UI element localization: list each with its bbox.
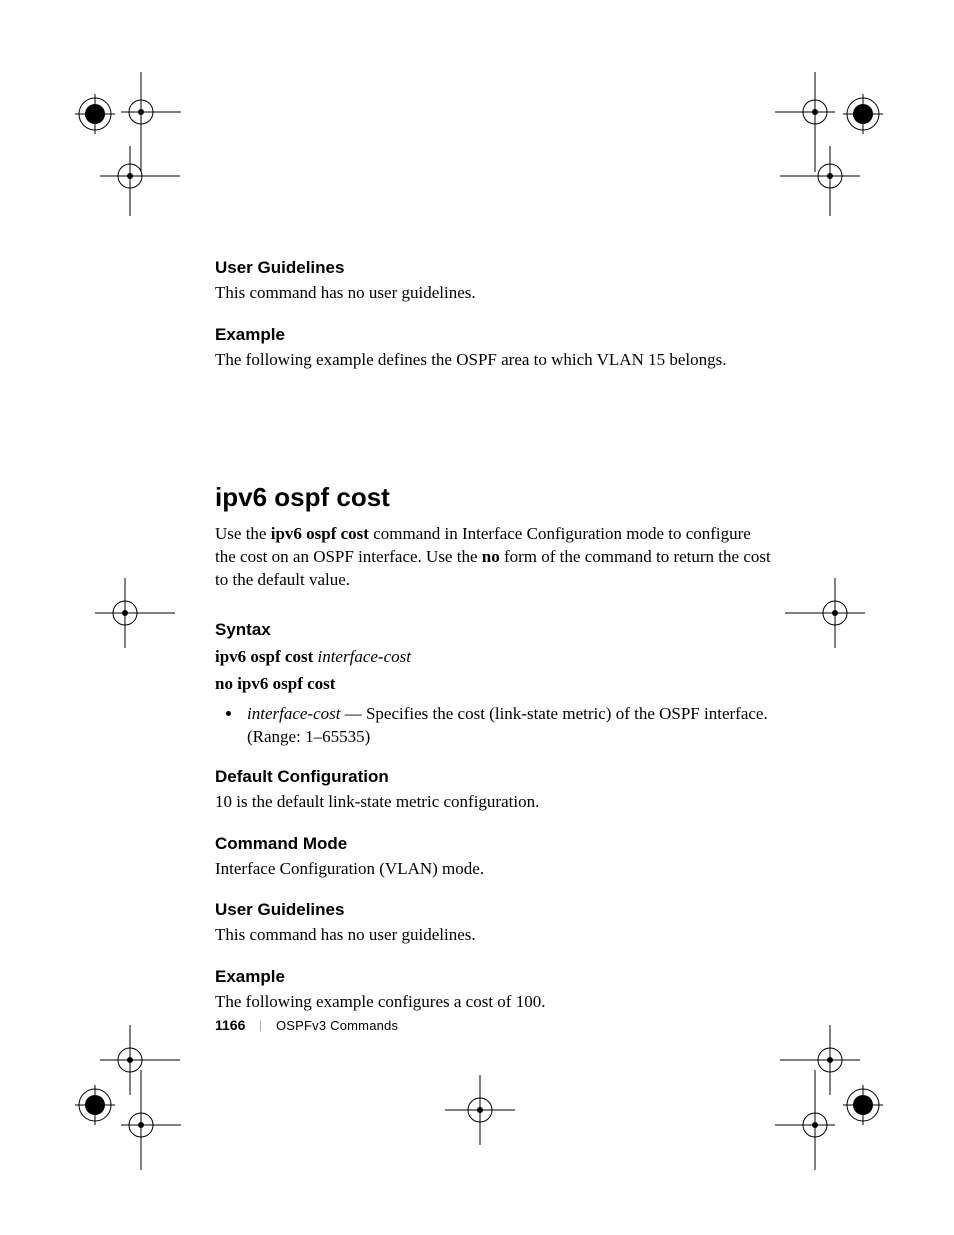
page-footer: 1166 | OSPFv3 Commands bbox=[215, 1017, 398, 1033]
crop-mark-icon bbox=[100, 1025, 180, 1095]
body-text: 10 is the default link-state metric conf… bbox=[215, 791, 775, 814]
keyword-no: no bbox=[482, 547, 500, 566]
crop-mark-icon bbox=[95, 578, 175, 648]
crop-mark-icon bbox=[445, 1075, 515, 1145]
body-text: Interface Configuration (VLAN) mode. bbox=[215, 858, 775, 881]
registration-mark-icon bbox=[75, 1085, 115, 1125]
body-text: Use the ipv6 ospf cost command in Interf… bbox=[215, 523, 775, 592]
heading-default-configuration: Default Configuration bbox=[215, 767, 775, 787]
crop-mark-icon bbox=[775, 1070, 835, 1170]
parameter-name: interface-cost bbox=[247, 704, 340, 723]
syntax-line: ipv6 ospf cost interface-cost bbox=[215, 644, 775, 670]
page-number: 1166 bbox=[215, 1017, 245, 1033]
heading-syntax: Syntax bbox=[215, 620, 775, 640]
heading-example: Example bbox=[215, 325, 775, 345]
syntax-line: no ipv6 ospf cost bbox=[215, 671, 775, 697]
footer-section-name: OSPFv3 Commands bbox=[276, 1018, 398, 1033]
syntax-argument: interface-cost bbox=[317, 647, 410, 666]
crop-mark-icon bbox=[100, 146, 180, 216]
document-page: User Guidelines This command has no user… bbox=[0, 0, 954, 1235]
registration-mark-icon bbox=[843, 1085, 883, 1125]
crop-mark-icon bbox=[121, 72, 181, 172]
text-fragment: Use the bbox=[215, 524, 271, 543]
body-text: This command has no user guidelines. bbox=[215, 924, 775, 947]
body-text: The following example configures a cost … bbox=[215, 991, 775, 1014]
heading-command-mode: Command Mode bbox=[215, 834, 775, 854]
registration-mark-icon bbox=[75, 94, 115, 134]
crop-mark-icon bbox=[780, 1025, 860, 1095]
heading-user-guidelines: User Guidelines bbox=[215, 900, 775, 920]
crop-mark-icon bbox=[121, 1070, 181, 1170]
heading-user-guidelines: User Guidelines bbox=[215, 258, 775, 278]
heading-command: ipv6 ospf cost bbox=[215, 482, 775, 513]
parameter-list: interface-cost — Specifies the cost (lin… bbox=[215, 703, 775, 749]
page-content: User Guidelines This command has no user… bbox=[215, 258, 775, 1034]
command-name: ipv6 ospf cost bbox=[271, 524, 369, 543]
text-fragment: — bbox=[340, 704, 366, 723]
heading-example: Example bbox=[215, 967, 775, 987]
footer-divider: | bbox=[259, 1017, 262, 1033]
body-text: This command has no user guidelines. bbox=[215, 282, 775, 305]
crop-mark-icon bbox=[775, 72, 835, 172]
parameter-item: interface-cost — Specifies the cost (lin… bbox=[243, 703, 775, 749]
registration-mark-icon bbox=[843, 94, 883, 134]
body-text: The following example defines the OSPF a… bbox=[215, 349, 775, 372]
syntax-command: ipv6 ospf cost bbox=[215, 647, 317, 666]
crop-mark-icon bbox=[785, 578, 865, 648]
crop-mark-icon bbox=[780, 146, 860, 216]
